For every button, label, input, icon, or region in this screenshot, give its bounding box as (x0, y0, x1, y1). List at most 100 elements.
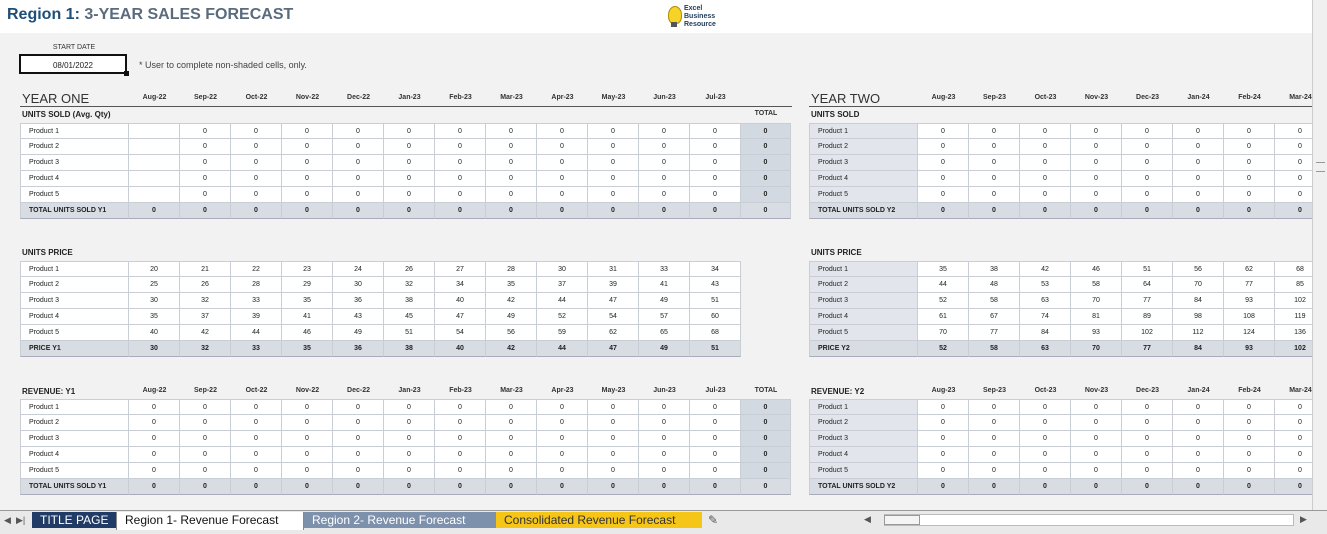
value-cell[interactable]: 74 (1020, 309, 1071, 325)
value-cell[interactable]: 0 (384, 187, 435, 203)
value-cell[interactable]: 0 (918, 447, 969, 463)
value-cell[interactable]: 136 (1275, 325, 1312, 341)
value-cell[interactable]: 24 (333, 261, 384, 277)
value-cell[interactable]: 21 (180, 261, 231, 277)
value-cell[interactable]: 0 (333, 171, 384, 187)
value-cell[interactable]: 0 (384, 399, 435, 415)
value-cell[interactable]: 26 (180, 277, 231, 293)
value-cell[interactable]: 30 (333, 277, 384, 293)
value-cell[interactable]: 49 (639, 293, 690, 309)
value-cell[interactable]: 0 (333, 415, 384, 431)
value-cell[interactable]: 34 (435, 277, 486, 293)
value-cell[interactable]: 0 (282, 123, 333, 139)
value-cell[interactable]: 0 (486, 431, 537, 447)
value-cell[interactable]: 0 (435, 155, 486, 171)
value-cell[interactable]: 0 (180, 187, 231, 203)
value-cell[interactable]: 0 (969, 447, 1020, 463)
value-cell[interactable]: 0 (435, 139, 486, 155)
value-cell[interactable]: 30 (129, 293, 180, 309)
value-cell[interactable]: 0 (1275, 399, 1312, 415)
value-cell[interactable]: 0 (690, 463, 741, 479)
value-cell[interactable]: 0 (1020, 415, 1071, 431)
value-cell[interactable]: 0 (1122, 463, 1173, 479)
value-cell[interactable]: 44 (537, 293, 588, 309)
value-cell[interactable]: 37 (537, 277, 588, 293)
value-cell[interactable]: 0 (588, 399, 639, 415)
value-cell[interactable]: 0 (129, 399, 180, 415)
value-cell[interactable]: 0 (1122, 171, 1173, 187)
value-cell[interactable]: 0 (969, 139, 1020, 155)
value-cell[interactable]: 40 (435, 293, 486, 309)
value-cell[interactable]: 0 (435, 171, 486, 187)
value-cell[interactable]: 0 (690, 399, 741, 415)
value-cell[interactable]: 0 (1020, 123, 1071, 139)
value-cell[interactable]: 0 (231, 155, 282, 171)
value-cell[interactable]: 51 (1122, 261, 1173, 277)
value-cell[interactable]: 0 (486, 155, 537, 171)
value-cell[interactable]: 0 (690, 415, 741, 431)
value-cell[interactable]: 0 (435, 187, 486, 203)
value-cell[interactable]: 0 (1224, 171, 1275, 187)
value-cell[interactable]: 35 (282, 293, 333, 309)
value-cell[interactable]: 0 (486, 447, 537, 463)
value-cell[interactable]: 0 (1173, 139, 1224, 155)
value-cell[interactable]: 0 (1275, 155, 1312, 171)
value-cell[interactable]: 102 (1122, 325, 1173, 341)
vertical-scrollbar[interactable] (1312, 0, 1327, 510)
value-cell[interactable]: 98 (1173, 309, 1224, 325)
value-cell[interactable]: 0 (1224, 447, 1275, 463)
value-cell[interactable]: 0 (1071, 415, 1122, 431)
value-cell[interactable]: 0 (639, 187, 690, 203)
value-cell[interactable]: 0 (231, 139, 282, 155)
value-cell[interactable]: 41 (282, 309, 333, 325)
tab-region2-revenue-forecast[interactable]: Region 2- Revenue Forecast (304, 512, 496, 528)
value-cell[interactable]: 35 (129, 309, 180, 325)
value-cell[interactable]: 22 (231, 261, 282, 277)
value-cell[interactable]: 0 (384, 123, 435, 139)
value-cell[interactable]: 0 (333, 447, 384, 463)
value-cell[interactable]: 0 (384, 171, 435, 187)
value-cell[interactable]: 23 (282, 261, 333, 277)
value-cell[interactable]: 0 (1224, 187, 1275, 203)
value-cell[interactable]: 70 (1071, 293, 1122, 309)
value-cell[interactable]: 0 (486, 415, 537, 431)
value-cell[interactable]: 0 (282, 171, 333, 187)
value-cell[interactable]: 38 (384, 293, 435, 309)
value-cell[interactable]: 0 (1224, 431, 1275, 447)
value-cell[interactable]: 42 (486, 293, 537, 309)
insert-sheet-icon[interactable]: ✎ (704, 512, 728, 528)
value-cell[interactable]: 0 (1020, 431, 1071, 447)
value-cell[interactable]: 70 (918, 325, 969, 341)
value-cell[interactable]: 40 (129, 325, 180, 341)
value-cell[interactable]: 30 (537, 261, 588, 277)
value-cell[interactable]: 124 (1224, 325, 1275, 341)
value-cell[interactable]: 0 (918, 187, 969, 203)
value-cell[interactable]: 0 (588, 415, 639, 431)
value-cell[interactable]: 0 (588, 171, 639, 187)
value-cell[interactable]: 0 (231, 431, 282, 447)
value-cell[interactable]: 0 (1122, 123, 1173, 139)
value-cell[interactable]: 0 (537, 431, 588, 447)
value-cell[interactable]: 0 (129, 415, 180, 431)
value-cell[interactable]: 0 (918, 431, 969, 447)
value-cell[interactable]: 0 (1122, 155, 1173, 171)
value-cell[interactable]: 77 (969, 325, 1020, 341)
value-cell[interactable]: 0 (384, 155, 435, 171)
value-cell[interactable]: 42 (180, 325, 231, 341)
value-cell[interactable]: 0 (1224, 123, 1275, 139)
value-cell[interactable]: 108 (1224, 309, 1275, 325)
value-cell[interactable]: 0 (639, 415, 690, 431)
value-cell[interactable]: 0 (969, 155, 1020, 171)
value-cell[interactable]: 0 (690, 431, 741, 447)
value-cell[interactable]: 0 (918, 415, 969, 431)
value-cell[interactable]: 32 (180, 293, 231, 309)
value-cell[interactable]: 81 (1071, 309, 1122, 325)
value-cell[interactable]: 0 (537, 155, 588, 171)
value-cell[interactable]: 0 (537, 399, 588, 415)
value-cell[interactable]: 0 (690, 447, 741, 463)
value-cell[interactable]: 0 (435, 463, 486, 479)
value-cell[interactable]: 51 (690, 293, 741, 309)
value-cell[interactable]: 0 (435, 399, 486, 415)
value-cell[interactable]: 68 (690, 325, 741, 341)
value-cell[interactable]: 0 (1275, 171, 1312, 187)
